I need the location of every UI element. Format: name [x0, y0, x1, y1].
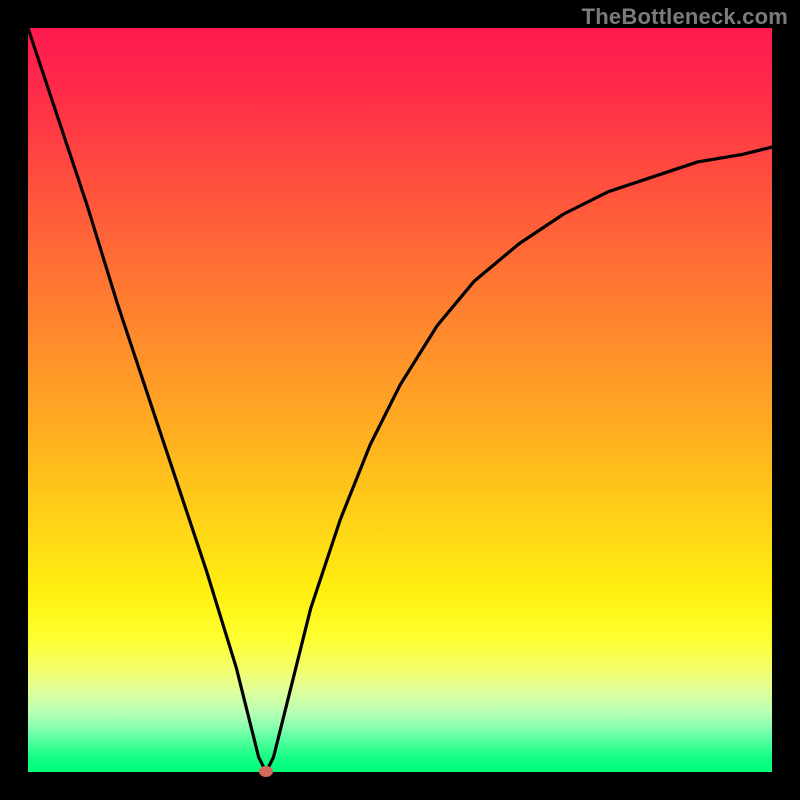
watermark-text: TheBottleneck.com [582, 4, 788, 30]
minimum-marker-dot [259, 766, 273, 777]
plot-area [28, 28, 772, 772]
bottleneck-curve [28, 28, 772, 772]
chart-frame: TheBottleneck.com [0, 0, 800, 800]
